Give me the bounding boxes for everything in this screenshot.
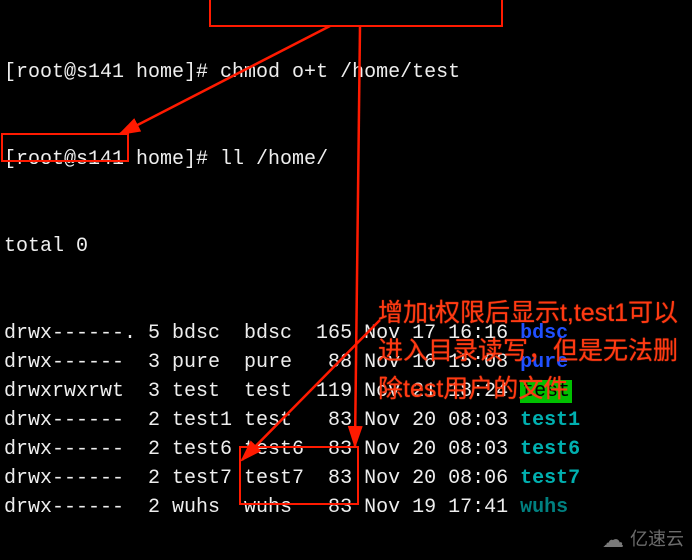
filename: test7 (520, 467, 580, 490)
output-total: total 0 (4, 232, 688, 261)
perm: drwxrwxrwt (4, 380, 148, 403)
ls-row: drwxrwxrwt 3 test test 119 Nov 21 18:24 … (4, 377, 688, 406)
meta: 3 test test 119 Nov 21 18:24 (148, 380, 520, 403)
cmd-line-ll-home: [root@s141 home]# ll /home/ (4, 145, 688, 174)
perm: drwx------ (4, 467, 148, 490)
meta: 2 wuhs wuhs 83 Nov 19 17:41 (148, 496, 520, 519)
typed-command: chmod o+t /home/test (220, 61, 460, 84)
prompt: [root@s141 home]# (4, 148, 220, 171)
ls-row: drwx------ 3 pure pure 88 Nov 16 15:08 p… (4, 348, 688, 377)
typed-command: ll /home/ (220, 148, 328, 171)
meta: 2 test6 test6 83 Nov 20 08:03 (148, 438, 520, 461)
perm: drwx------ (4, 496, 148, 519)
prompt: [root@s141 home]# (4, 61, 220, 84)
filename: test1 (520, 409, 580, 432)
cmd-line-chmod: [root@s141 home]# chmod o+t /home/test (4, 58, 688, 87)
perm: drwx------ (4, 438, 148, 461)
filename: wuhs (520, 496, 568, 519)
meta: 2 test7 test7 83 Nov 20 08:06 (148, 467, 520, 490)
ls-row: drwx------. 5 bdsc bdsc 165 Nov 17 16:16… (4, 319, 688, 348)
meta: 2 test1 test 83 Nov 20 08:03 (148, 409, 520, 432)
meta: 5 bdsc bdsc 165 Nov 17 16:16 (148, 322, 520, 345)
perm: drwx------ (4, 409, 148, 432)
perm: drwx------. (4, 322, 148, 345)
ls-row: drwx------ 2 wuhs wuhs 83 Nov 19 17:41 w… (4, 493, 688, 522)
ls-row: drwx------ 2 test6 test6 83 Nov 20 08:03… (4, 435, 688, 464)
filename: pure (520, 351, 568, 374)
terminal-output: [root@s141 home]# chmod o+t /home/test [… (0, 0, 692, 560)
filename: test (520, 380, 572, 403)
perm: drwx------ (4, 351, 148, 374)
filename: bdsc (520, 322, 568, 345)
meta: 3 pure pure 88 Nov 16 15:08 (148, 351, 520, 374)
ls-row: drwx------ 2 test7 test7 83 Nov 20 08:06… (4, 464, 688, 493)
ls-row: drwx------ 2 test1 test 83 Nov 20 08:03 … (4, 406, 688, 435)
filename: test6 (520, 438, 580, 461)
